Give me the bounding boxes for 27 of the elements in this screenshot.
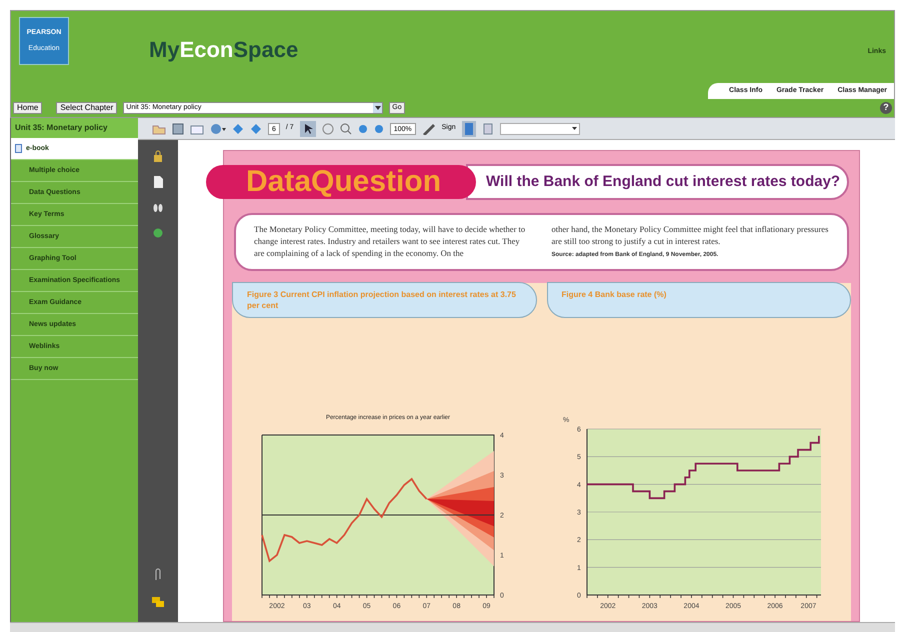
folder-icon[interactable] [152,122,166,134]
sidebar-title: Unit 35: Monetary policy [11,118,138,138]
body-text: The Monetary Policy Committee, meeting today, will have to decide whether to change interest rates. Industry and retailers want to see interest rates cut. They are complaining of a lack of spending in the economy. On the [254,223,526,260]
home-button[interactable]: Home [13,102,42,114]
figure-caption: Figure 4 Bank base rate (%) [546,282,851,318]
page-heading: Will the Bank of England cut interest rates today? [466,164,849,200]
body-text: other hand, the Monetary Policy Committee might feel that inflationary pressures are still too strong to justify a cut in interest rates. [552,223,829,247]
pen-icon[interactable] [422,122,436,134]
caret-icon [572,127,577,130]
single-page-icon[interactable] [462,120,476,136]
lock-icon[interactable] [153,150,163,162]
help-icon[interactable]: ? [880,102,892,114]
dot-icon[interactable] [153,228,163,238]
select-chapter-button[interactable]: Select Chapter [56,102,118,114]
select-tool-icon[interactable] [300,120,316,136]
find-field[interactable] [500,122,580,134]
footprints-icon[interactable] [152,202,164,214]
paperclip-icon[interactable] [153,568,163,582]
comment-icon[interactable] [151,596,165,608]
caret-icon [373,103,382,113]
page-icon[interactable] [153,176,163,188]
zoom-tool-icon[interactable] [340,122,352,134]
site-title: MyEconSpace [149,36,298,64]
two-page-icon[interactable] [482,122,494,136]
badge: DataQuestion [206,165,476,199]
figure-caption: Figure 3 Current CPI inflation projection based on interest rates at 3.75 per cent [232,282,536,318]
book-icon [15,144,22,153]
